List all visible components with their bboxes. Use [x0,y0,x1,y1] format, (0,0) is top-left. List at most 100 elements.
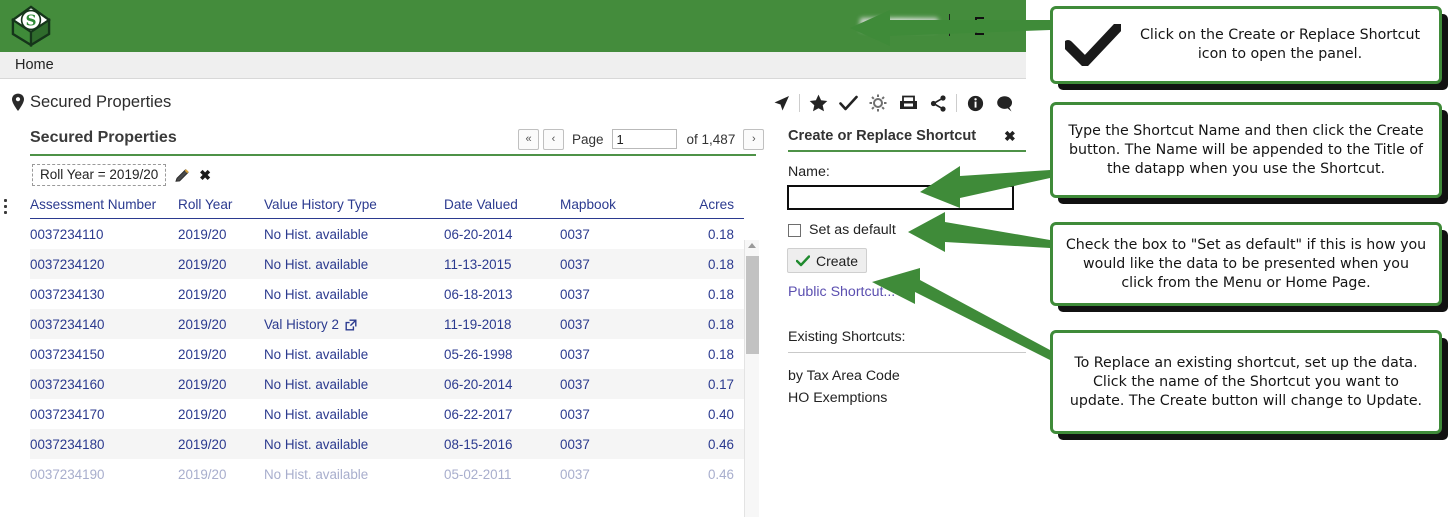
create-button[interactable]: Create [787,248,867,273]
save-export-icon[interactable] [893,90,923,116]
cell-value-history-type[interactable]: No Hist. available [264,369,444,399]
cell-mapbook[interactable]: 0037 [560,219,645,250]
public-shortcut-link[interactable]: Public Shortcut... [788,284,895,300]
first-page-button[interactable]: « [518,128,539,150]
table-row[interactable]: 0037234180 2019/20 No Hist. available 08-15… [30,429,744,459]
cell-acres[interactable]: 0.18 [645,219,744,250]
table-row[interactable]: 0037234140 2019/20 Val History 2 11-19-2018… [30,309,744,339]
cell-roll-year[interactable]: 2019/20 [178,279,264,309]
column-header-value-history-type[interactable]: Value History Type [264,196,444,219]
shortcut-name-input[interactable] [787,185,1014,210]
cell-acres[interactable]: 0.46 [645,459,744,489]
cell-mapbook[interactable]: 0037 [560,429,645,459]
pagination-controls[interactable]: « ‹ Page of 1,487 › » [518,128,790,150]
share-icon[interactable] [923,90,953,116]
cell-acres[interactable]: 0.18 [645,339,744,369]
table-row[interactable]: 0037234110 2019/20 No Hist. available 06-20… [30,219,744,250]
cell-roll-year[interactable]: 2019/20 [178,339,264,369]
cell-roll-year[interactable]: 2019/20 [178,399,264,429]
comment-icon[interactable] [990,90,1020,116]
page-number-input[interactable] [611,129,677,149]
existing-shortcut-item-1[interactable]: HO Exemptions [788,390,887,406]
prev-page-button[interactable]: ‹ [543,128,564,150]
cell-assessment-number[interactable]: 0037234160 [30,369,178,399]
cell-acres[interactable]: 0.18 [645,279,744,309]
cell-value-history-type[interactable]: No Hist. available [264,339,444,369]
star-favorite-icon[interactable] [803,90,833,116]
cell-assessment-number[interactable]: 0037234190 [30,459,178,489]
cell-date-valued[interactable]: 11-19-2018 [444,309,560,339]
cell-value-history-type[interactable]: No Hist. available [264,399,444,429]
cell-mapbook[interactable]: 0037 [560,399,645,429]
logout-icon[interactable] [972,15,994,37]
cell-mapbook[interactable]: 0037 [560,339,645,369]
cell-mapbook[interactable]: 0037 [560,369,645,399]
existing-shortcut-item-0[interactable]: by Tax Area Code [788,368,900,384]
cell-acres[interactable]: 0.18 [645,249,744,279]
cell-value-history-type[interactable]: No Hist. available [264,279,444,309]
checkmark-shortcut-icon[interactable] [833,90,863,116]
table-row[interactable]: 0037234130 2019/20 No Hist. available 06-18… [30,279,744,309]
cell-roll-year[interactable]: 2019/20 [178,309,264,339]
cell-acres[interactable]: 0.40 [645,399,744,429]
column-options-icon[interactable] [0,199,10,215]
cell-value-history-type[interactable]: No Hist. available [264,249,444,279]
cell-value-history-type[interactable]: No Hist. available [264,429,444,459]
cell-value-history-type[interactable]: Val History 2 [264,309,444,339]
info-icon[interactable] [960,90,990,116]
scroll-up-arrow-icon[interactable] [748,243,756,248]
cell-assessment-number[interactable]: 0037234130 [30,279,178,309]
table-row[interactable]: 0037234150 2019/20 No Hist. available 05-26… [30,339,744,369]
pencil-icon[interactable] [175,168,190,183]
cell-value-history-type[interactable]: No Hist. available [264,219,444,250]
cell-date-valued[interactable]: 11-13-2015 [444,249,560,279]
cell-mapbook[interactable]: 0037 [560,459,645,489]
cell-mapbook[interactable]: 0037 [560,309,645,339]
cell-assessment-number[interactable]: 0037234140 [30,309,178,339]
cell-date-valued[interactable]: 06-20-2014 [444,219,560,250]
cell-assessment-number[interactable]: 0037234170 [30,399,178,429]
table-row[interactable]: 0037234120 2019/20 No Hist. available 11-13… [30,249,744,279]
navigate-arrow-icon[interactable] [766,90,796,116]
column-header-assessment-number[interactable]: Assessment Number [30,196,178,219]
table-scrollbar[interactable] [744,240,759,517]
cell-roll-year[interactable]: 2019/20 [178,459,264,489]
cell-date-valued[interactable]: 05-26-1998 [444,339,560,369]
cell-date-valued[interactable]: 06-18-2013 [444,279,560,309]
cell-mapbook[interactable]: 0037 [560,279,645,309]
filter-chip[interactable]: Roll Year = 2019/20 [32,164,167,186]
scrollbar-thumb[interactable] [746,256,759,354]
table-row[interactable]: 0037234190 2019/20 No Hist. available 05-02… [30,459,744,489]
column-header-mapbook[interactable]: Mapbook [560,196,645,219]
column-header-date-valued[interactable]: Date Valued [444,196,560,219]
cell-roll-year[interactable]: 2019/20 [178,249,264,279]
cell-date-valued[interactable]: 06-22-2017 [444,399,560,429]
table-row[interactable]: 0037234160 2019/20 No Hist. available 06-20… [30,369,744,399]
cell-acres[interactable]: 0.17 [645,369,744,399]
cell-roll-year[interactable]: 2019/20 [178,429,264,459]
next-page-button[interactable]: › [743,128,765,150]
cell-date-valued[interactable]: 06-20-2014 [444,369,560,399]
set-as-default-row[interactable]: Set as default [788,222,896,238]
gear-settings-icon[interactable] [863,90,893,116]
cell-roll-year[interactable]: 2019/20 [178,369,264,399]
breadcrumb[interactable]: Home [0,52,1026,79]
cell-date-valued[interactable]: 08-15-2016 [444,429,560,459]
cell-date-valued[interactable]: 05-02-2011 [444,459,560,489]
cell-assessment-number[interactable]: 0037234180 [30,429,178,459]
set-as-default-checkbox[interactable] [788,223,801,237]
company-diamond-logo[interactable]: S [10,4,52,48]
table-row[interactable]: 0037234170 2019/20 No Hist. available 06-22… [30,399,744,429]
cell-acres[interactable]: 0.46 [645,429,744,459]
external-link-icon[interactable] [345,319,357,331]
remove-filter-icon[interactable]: ✖ [199,168,211,182]
cell-assessment-number[interactable]: 0037234120 [30,249,178,279]
cell-mapbook[interactable]: 0037 [560,249,645,279]
column-header-acres[interactable]: Acres [645,196,744,219]
column-header-roll-year[interactable]: Roll Year [178,196,264,219]
breadcrumb-home[interactable]: Home [15,57,54,73]
cell-value-history-type[interactable]: No Hist. available [264,459,444,489]
cell-acres[interactable]: 0.18 [645,309,744,339]
close-panel-icon[interactable]: ✖ [1004,128,1016,145]
cell-assessment-number[interactable]: 0037234110 [30,219,178,250]
